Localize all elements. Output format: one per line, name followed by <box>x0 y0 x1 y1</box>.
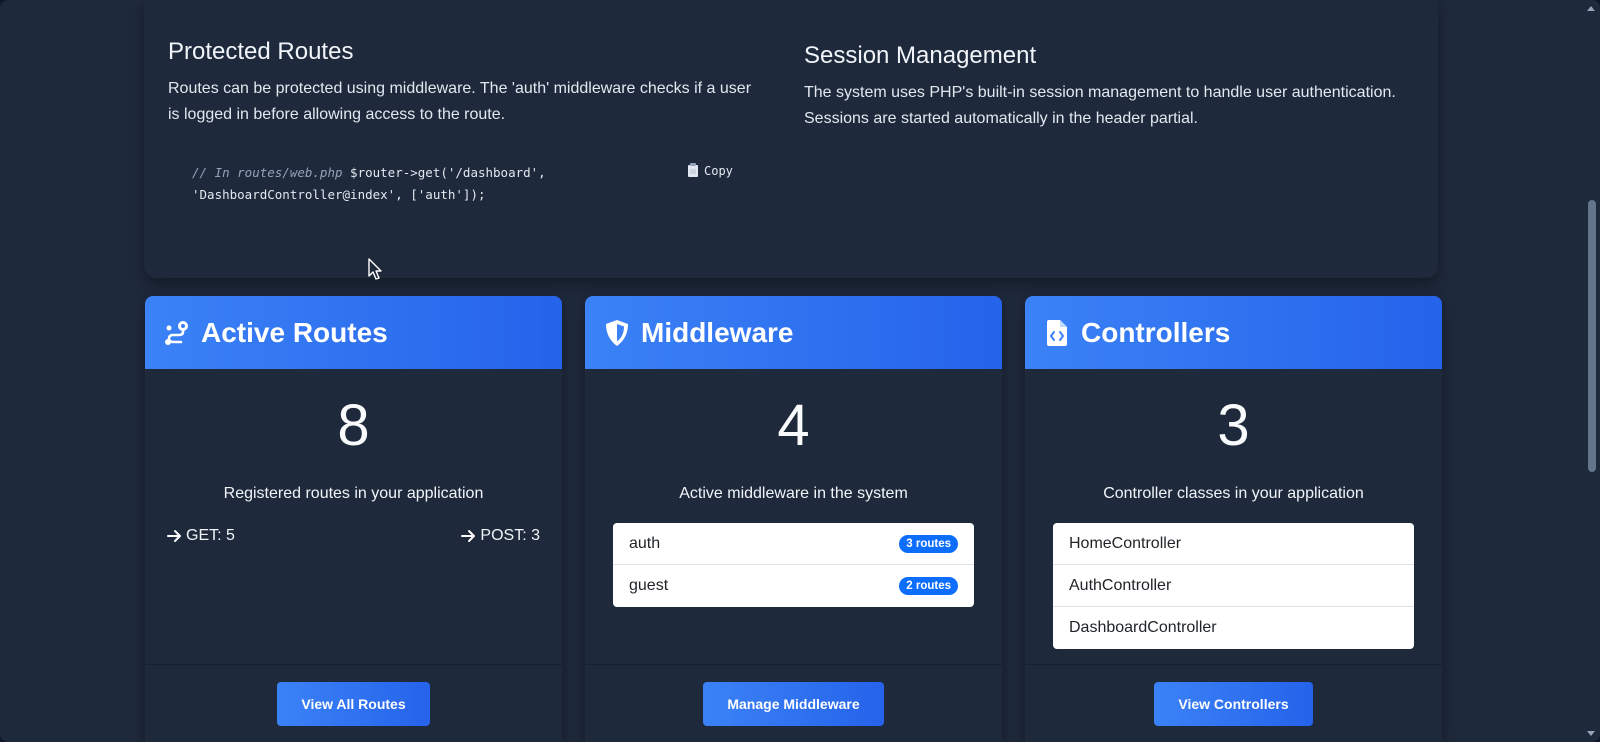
route-count-badge: 2 routes <box>899 577 958 595</box>
active-routes-card: Active Routes 8 Registered routes in you… <box>145 296 562 742</box>
scroll-down-icon[interactable] <box>1587 731 1595 736</box>
middleware-description: Active middleware in the system <box>679 485 908 502</box>
protected-routes-title: Protected Routes <box>168 38 354 65</box>
route-count-badge: 3 routes <box>899 534 958 553</box>
app-window: Protected Routes Routes can be protected… <box>0 0 1600 742</box>
scroll-up-icon[interactable] <box>1587 6 1595 11</box>
protected-routes-section: Protected Routes Routes can be protected… <box>168 38 758 128</box>
clipboard-icon <box>688 163 698 177</box>
session-management-title: Session Management <box>804 42 1037 69</box>
view-controllers-button[interactable]: View Controllers <box>1154 681 1313 726</box>
middleware-header: Middleware <box>585 296 1002 369</box>
active-routes-title: Active Routes <box>201 316 388 348</box>
scrollbar-thumb[interactable] <box>1588 200 1596 472</box>
vertical-scrollbar[interactable] <box>1582 0 1600 742</box>
list-item: HomeController <box>1053 523 1414 565</box>
controllers-title: Controllers <box>1081 316 1231 348</box>
controllers-description: Controller classes in your application <box>1103 485 1364 502</box>
copy-button[interactable]: Copy <box>688 160 733 182</box>
info-panel: Protected Routes Routes can be protected… <box>144 0 1438 278</box>
protected-routes-text: Routes can be protected using middleware… <box>168 80 752 123</box>
controllers-card: Controllers 3 Controller classes in your… <box>1025 296 1442 742</box>
list-item: guest 2 routes <box>613 565 974 607</box>
list-item: AuthController <box>1053 565 1414 607</box>
session-management-section: Session Management The system uses PHP's… <box>804 42 1404 132</box>
route-icon <box>163 319 191 347</box>
active-routes-header: Active Routes <box>145 296 562 369</box>
session-management-text: The system uses PHP's built-in session m… <box>804 84 1396 127</box>
controllers-header: Controllers <box>1025 296 1442 369</box>
code-block: // In routes/web.php $router->get('/dash… <box>168 152 758 222</box>
controller-name: AuthController <box>1069 576 1172 594</box>
routes-card-footer: View All Routes <box>145 664 562 742</box>
controllers-card-footer: View Controllers <box>1025 664 1442 742</box>
method-counts: GET: 5 POST: 3 <box>145 527 562 545</box>
post-count: POST: 3 <box>461 527 540 545</box>
middleware-title: Middleware <box>641 316 794 348</box>
middleware-name: auth <box>629 534 661 552</box>
copy-label: Copy <box>704 164 733 178</box>
arrow-right-icon <box>461 530 476 542</box>
code-snippet: // In routes/web.php $router->get('/dash… <box>192 162 612 206</box>
code-file-icon <box>1043 319 1071 347</box>
arrow-right-icon <box>167 530 181 542</box>
controller-name: DashboardController <box>1069 619 1217 636</box>
mouse-cursor-icon <box>368 258 382 280</box>
controllers-count: 3 <box>1217 393 1250 458</box>
controllers-list: HomeController AuthController DashboardC… <box>1053 523 1414 649</box>
controller-name: HomeController <box>1069 534 1182 552</box>
middleware-card: Middleware 4 Active middleware in the sy… <box>585 296 1002 742</box>
list-item: DashboardController <box>1053 607 1414 649</box>
routes-description: Registered routes in your application <box>223 485 484 502</box>
middleware-name: guest <box>629 577 669 594</box>
manage-middleware-button[interactable]: Manage Middleware <box>703 681 884 726</box>
get-count-label: GET: 5 <box>186 527 235 544</box>
middleware-list: auth 3 routes guest 2 routes <box>613 523 974 607</box>
middleware-card-footer: Manage Middleware <box>585 664 1002 742</box>
view-all-routes-button[interactable]: View All Routes <box>277 681 430 726</box>
middleware-count: 4 <box>777 393 810 458</box>
routes-count: 8 <box>337 393 370 458</box>
get-count: GET: 5 <box>167 527 235 545</box>
post-count-label: POST: 3 <box>480 527 540 544</box>
code-comment: // In routes/web.php <box>192 165 343 180</box>
shield-icon <box>603 319 631 347</box>
list-item: auth 3 routes <box>613 523 974 565</box>
